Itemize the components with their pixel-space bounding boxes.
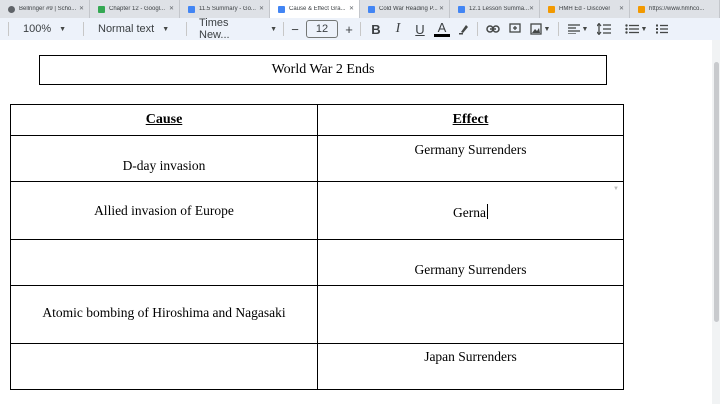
toolbar-separator [477, 22, 478, 36]
browser-tab[interactable]: HMH Ed - Discover ✕ [540, 0, 630, 18]
toolbar-separator [360, 22, 361, 36]
chevron-down-icon: ▼ [162, 25, 170, 33]
cause-header[interactable]: Cause [10, 104, 318, 136]
hmh-favicon-icon [548, 5, 555, 13]
line-spacing-icon[interactable] [593, 18, 615, 40]
effect-text: Germany Surrenders [414, 262, 527, 277]
insert-image-icon[interactable]: ▼ [526, 18, 554, 40]
table-header-row: Cause Effect [10, 104, 624, 136]
browser-tab[interactable]: Cold War Reading P... ✕ [360, 0, 450, 18]
font-size-value: 12 [315, 23, 329, 35]
underline-button[interactable]: U [409, 18, 431, 40]
close-icon[interactable]: ✕ [439, 5, 444, 12]
bold-button[interactable]: B [365, 18, 387, 40]
zoom-value: 100% [23, 23, 52, 35]
document-page[interactable]: World War 2 Ends Cause Effect D-day inva… [0, 40, 712, 404]
tab-title: Chapter 12 - Googl... [109, 6, 166, 12]
cause-cell[interactable] [10, 239, 318, 286]
browser-tab[interactable]: 11.5 Summary - Go... ✕ [180, 0, 270, 18]
insert-link-icon[interactable] [482, 18, 504, 40]
cause-text: Allied invasion of Europe [94, 203, 234, 218]
cause-text: Atomic bombing of Hiroshima and Nagasaki [42, 305, 286, 320]
docs-favicon-icon [458, 5, 465, 13]
font-size-input[interactable]: 12 [306, 20, 338, 38]
close-icon[interactable]: ✕ [259, 5, 264, 12]
browser-tab[interactable]: Bellringer #9 | Scho... ✕ [0, 0, 90, 18]
hmh-favicon-icon [638, 5, 645, 13]
table-row: D-day invasion Germany Surrenders [10, 135, 624, 182]
tab-favicon-icon [8, 5, 15, 13]
cause-cell[interactable]: Atomic bombing of Hiroshima and Nagasaki [10, 285, 318, 344]
text-color-button[interactable]: A [431, 18, 453, 40]
close-icon[interactable]: ✕ [79, 5, 84, 12]
document-title-box[interactable]: World War 2 Ends [39, 55, 607, 85]
font-family-select[interactable]: Times New... ▼ [187, 17, 277, 41]
docs-toolbar: 100% ▼ Normal text ▼ Times New... ▼ − 12… [0, 17, 720, 41]
cause-text: D-day invasion [122, 158, 206, 173]
chevron-down-icon: ▼ [581, 25, 589, 33]
tab-title: Cold War Reading P... [379, 6, 438, 12]
browser-tab-bar: Bellringer #9 | Scho... ✕ Chapter 12 - Go… [0, 0, 720, 18]
chevron-down-icon: ▼ [640, 25, 648, 33]
numbered-list-icon[interactable] [651, 18, 673, 40]
paragraph-style-value: Normal text [98, 23, 155, 35]
zoom-select[interactable]: 100% ▼ [9, 18, 71, 40]
effect-cell-editing[interactable]: ▼ Gerna [317, 181, 624, 240]
cause-cell[interactable]: Allied invasion of Europe [10, 181, 318, 240]
cause-effect-table: Cause Effect D-day invasion Germany Surr… [10, 104, 624, 390]
effect-text: Japan Surrenders [424, 349, 517, 364]
tab-title: Cause & Effect Gra... [289, 6, 346, 12]
effect-cell[interactable]: Germany Surrenders [317, 135, 624, 182]
chevron-down-icon: ▼ [59, 25, 67, 33]
effect-cell[interactable] [317, 285, 624, 344]
document-title: World War 2 Ends [271, 62, 375, 77]
table-row: Allied invasion of Europe ▼ Gerna [10, 181, 624, 240]
browser-tab[interactable]: Chapter 12 - Googl... ✕ [90, 0, 180, 18]
table-row: Japan Surrenders [10, 343, 624, 390]
cause-cell[interactable]: D-day invasion [10, 135, 318, 182]
tab-title: HMH Ed - Discover [559, 6, 611, 12]
browser-tab-active[interactable]: Cause & Effect Gra... ✕ [270, 0, 360, 18]
close-icon[interactable]: ✕ [349, 5, 354, 12]
paragraph-style-select[interactable]: Normal text ▼ [84, 18, 180, 40]
close-icon[interactable]: ✕ [529, 5, 534, 12]
effect-text: Germany Surrenders [414, 142, 527, 157]
chevron-down-icon: ▼ [270, 25, 277, 33]
tab-title: 12.1 Lesson Summa... [469, 6, 530, 12]
add-comment-icon[interactable] [504, 18, 526, 40]
close-icon[interactable]: ✕ [619, 5, 624, 12]
table-row: Atomic bombing of Hiroshima and Nagasaki [10, 285, 624, 344]
text-color-swatch [434, 33, 450, 37]
cause-cell[interactable] [10, 343, 318, 390]
font-family-value: Times New... [199, 17, 230, 41]
tab-title: https://www.hmhco... [649, 6, 705, 12]
effect-cell[interactable]: Germany Surrenders [317, 239, 624, 286]
highlight-pen-icon[interactable] [453, 18, 475, 40]
effect-header[interactable]: Effect [317, 104, 624, 136]
scrollbar-thumb[interactable] [714, 62, 719, 322]
table-row-handle-icon[interactable]: ▼ [613, 186, 619, 192]
text-cursor [486, 204, 488, 219]
table-row: Germany Surrenders [10, 239, 624, 286]
tab-title: 11.5 Summary - Go... [199, 6, 256, 12]
decrease-font-size-button[interactable]: − [284, 18, 306, 40]
close-icon[interactable]: ✕ [169, 5, 174, 12]
chevron-down-icon: ▼ [543, 25, 551, 33]
effect-cell[interactable]: Japan Surrenders [317, 343, 624, 390]
italic-button[interactable]: I [387, 18, 409, 40]
align-left-icon[interactable]: ▼ [563, 18, 593, 40]
docs-favicon-icon [368, 5, 375, 13]
tab-title: Bellringer #9 | Scho... [19, 6, 77, 12]
browser-tab[interactable]: 12.1 Lesson Summa... ✕ [450, 0, 540, 18]
drive-favicon-icon [98, 5, 105, 13]
docs-favicon-icon [188, 5, 195, 13]
docs-favicon-icon [278, 5, 285, 13]
browser-tab[interactable]: https://www.hmhco... [630, 0, 720, 18]
effect-text: Gerna [453, 205, 486, 220]
toolbar-separator [558, 22, 559, 36]
increase-font-size-button[interactable]: + [338, 18, 360, 40]
bulleted-list-icon[interactable]: ▼ [621, 18, 651, 40]
text-color-letter: A [437, 19, 447, 35]
